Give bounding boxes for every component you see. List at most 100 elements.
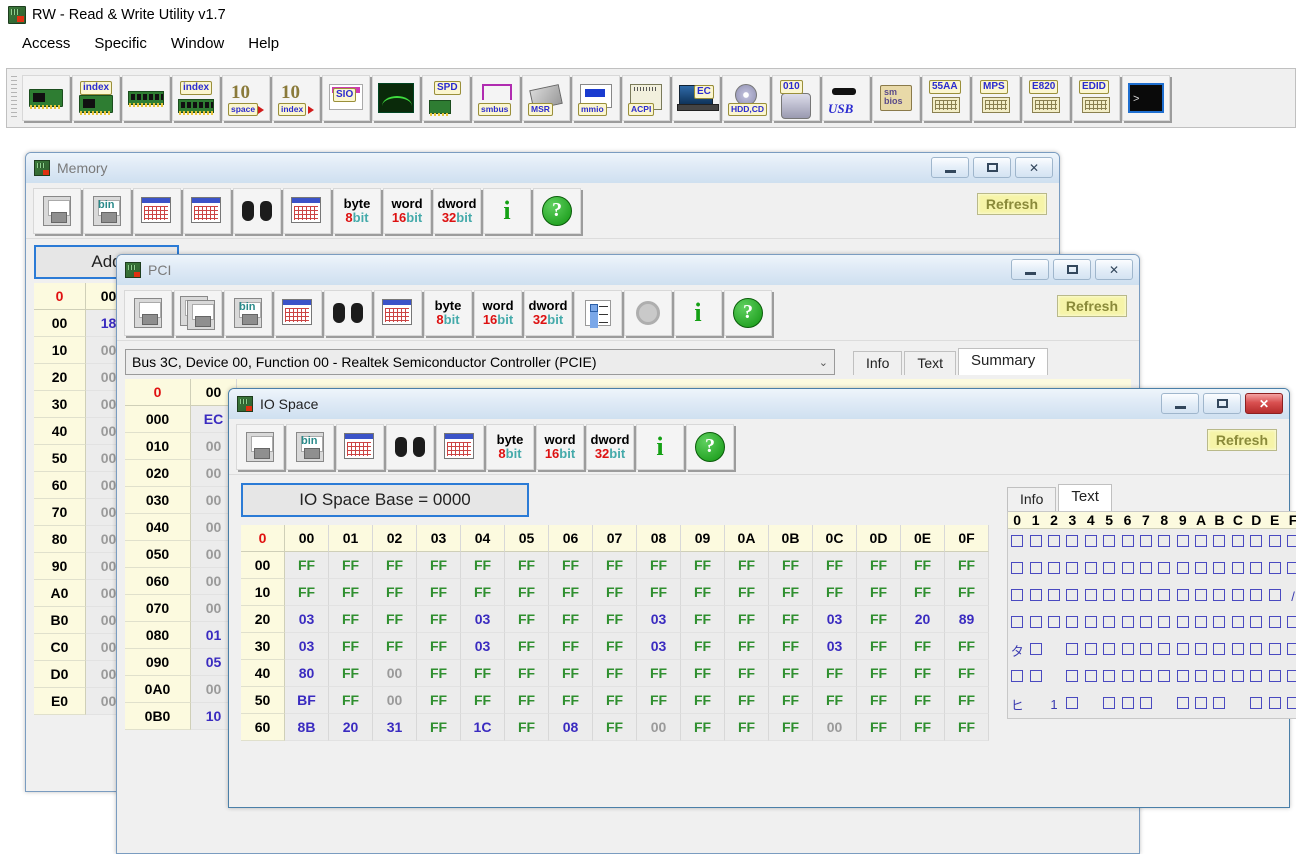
memory-load-button[interactable] bbox=[133, 187, 181, 234]
text-cell[interactable] bbox=[1063, 643, 1081, 658]
text-cell[interactable] bbox=[1192, 616, 1210, 631]
text-cell[interactable] bbox=[1118, 643, 1136, 658]
toolbar-grip[interactable] bbox=[11, 76, 17, 120]
menu-item-specific[interactable]: Specific bbox=[82, 33, 159, 54]
mmio-button[interactable]: mmio bbox=[572, 75, 620, 121]
text-cell[interactable] bbox=[1118, 616, 1136, 631]
hex-cell[interactable]: FF bbox=[549, 552, 593, 579]
io-info-button[interactable]: i bbox=[636, 423, 684, 470]
hex-cell[interactable]: FF bbox=[549, 633, 593, 660]
text-cell[interactable] bbox=[1155, 643, 1173, 658]
io-close-button[interactable]: ✕ bbox=[1245, 393, 1283, 414]
text-cell[interactable]: タ bbox=[1008, 641, 1026, 660]
hex-cell[interactable]: FF bbox=[857, 606, 901, 633]
msr-button[interactable]: MSR bbox=[522, 75, 570, 121]
text-cell[interactable] bbox=[1045, 535, 1063, 550]
pci-settings-button[interactable] bbox=[624, 289, 672, 336]
text-cell[interactable] bbox=[1045, 589, 1063, 604]
text-cell[interactable] bbox=[1137, 589, 1155, 604]
memory-word-16bit-button[interactable]: word 16bit bbox=[383, 187, 431, 234]
hex-cell[interactable]: FF bbox=[329, 633, 373, 660]
text-cell[interactable] bbox=[1229, 589, 1247, 604]
pci-window-titlebar[interactable]: PCI ✕ bbox=[117, 255, 1139, 285]
hex-cell[interactable]: FF bbox=[637, 552, 681, 579]
hex-cell[interactable]: FF bbox=[813, 552, 857, 579]
hex-cell[interactable]: FF bbox=[329, 660, 373, 687]
text-cell[interactable] bbox=[1118, 535, 1136, 550]
text-cell[interactable] bbox=[1265, 562, 1283, 577]
text-cell[interactable] bbox=[1137, 535, 1155, 550]
menu-item-window[interactable]: Window bbox=[159, 33, 236, 54]
text-cell[interactable] bbox=[1100, 616, 1118, 631]
text-cell[interactable] bbox=[1063, 562, 1081, 577]
menu-item-help[interactable]: Help bbox=[236, 33, 291, 54]
text-cell[interactable]: 1 bbox=[1045, 697, 1063, 712]
text-cell[interactable] bbox=[1265, 670, 1283, 685]
hex-cell[interactable]: FF bbox=[505, 660, 549, 687]
memory-window-titlebar[interactable]: Memory ✕ bbox=[26, 153, 1059, 183]
hex-cell[interactable]: FF bbox=[461, 660, 505, 687]
text-cell[interactable] bbox=[1265, 643, 1283, 658]
pci-save-bin-button[interactable]: bin bbox=[224, 289, 272, 336]
hex-cell[interactable]: FF bbox=[945, 714, 989, 741]
hex-cell[interactable]: FF bbox=[593, 579, 637, 606]
pci-word-16bit-button[interactable]: word 16bit bbox=[474, 289, 522, 336]
pci-minimize-button[interactable] bbox=[1011, 259, 1049, 280]
hex-cell[interactable]: 03 bbox=[813, 606, 857, 633]
hex-cell[interactable]: FF bbox=[417, 633, 461, 660]
io-index-button[interactable]: 10 index bbox=[272, 75, 320, 121]
memory-save-button[interactable] bbox=[33, 187, 81, 234]
hex-cell[interactable]: FF bbox=[461, 552, 505, 579]
text-cell[interactable] bbox=[1192, 643, 1210, 658]
hex-cell[interactable]: FF bbox=[637, 579, 681, 606]
memory-index-button[interactable]: index bbox=[172, 75, 220, 121]
hex-cell[interactable]: FF bbox=[637, 687, 681, 714]
hex-cell[interactable]: FF bbox=[901, 579, 945, 606]
io-space-button[interactable]: 10 space bbox=[222, 75, 270, 121]
hex-cell[interactable]: FF bbox=[373, 633, 417, 660]
hex-cell[interactable]: 03 bbox=[637, 606, 681, 633]
text-cell[interactable] bbox=[1174, 697, 1192, 712]
pci-tab-info[interactable]: Info bbox=[853, 351, 903, 375]
text-cell[interactable] bbox=[1100, 670, 1118, 685]
hex-cell[interactable]: FF bbox=[945, 633, 989, 660]
hex-cell[interactable]: 00 bbox=[813, 714, 857, 741]
text-cell[interactable] bbox=[1174, 535, 1192, 550]
hex-cell[interactable]: FF bbox=[505, 579, 549, 606]
text-cell[interactable] bbox=[1100, 589, 1118, 604]
hex-cell[interactable]: FF bbox=[417, 714, 461, 741]
memory-byte-8bit-button[interactable]: byte 8bit bbox=[333, 187, 381, 234]
memory-compare-button[interactable] bbox=[283, 187, 331, 234]
text-cell[interactable] bbox=[1155, 616, 1173, 631]
text-cell[interactable] bbox=[1137, 670, 1155, 685]
text-cell[interactable] bbox=[1229, 535, 1247, 550]
text-cell[interactable] bbox=[1063, 589, 1081, 604]
text-cell[interactable] bbox=[1026, 670, 1044, 685]
hex-cell[interactable]: FF bbox=[769, 687, 813, 714]
text-cell[interactable] bbox=[1229, 562, 1247, 577]
hex-cell[interactable]: FF bbox=[373, 552, 417, 579]
text-cell[interactable] bbox=[1192, 697, 1210, 712]
pci-save-all-button[interactable] bbox=[174, 289, 222, 336]
hex-cell[interactable]: FF bbox=[637, 660, 681, 687]
io-word-16bit-button[interactable]: word 16bit bbox=[536, 423, 584, 470]
text-cell[interactable] bbox=[1174, 562, 1192, 577]
pci-info-button[interactable]: i bbox=[674, 289, 722, 336]
hex-cell[interactable]: FF bbox=[505, 552, 549, 579]
e820-button[interactable]: E820 bbox=[1022, 75, 1070, 121]
text-cell[interactable] bbox=[1008, 670, 1026, 685]
hex-cell[interactable]: FF bbox=[857, 552, 901, 579]
pci-maximize-button[interactable] bbox=[1053, 259, 1091, 280]
text-cell[interactable] bbox=[1247, 616, 1265, 631]
hex-cell[interactable]: FF bbox=[769, 660, 813, 687]
text-cell[interactable] bbox=[1063, 535, 1081, 550]
hex-cell[interactable]: FF bbox=[725, 633, 769, 660]
memory-maximize-button[interactable] bbox=[973, 157, 1011, 178]
pci-close-button[interactable]: ✕ bbox=[1095, 259, 1133, 280]
text-cell[interactable] bbox=[1210, 697, 1228, 712]
text-cell[interactable] bbox=[1063, 616, 1081, 631]
text-cell[interactable] bbox=[1063, 697, 1081, 712]
hex-cell[interactable]: FF bbox=[769, 633, 813, 660]
hex-cell[interactable]: FF bbox=[549, 660, 593, 687]
text-cell[interactable] bbox=[1008, 535, 1026, 550]
